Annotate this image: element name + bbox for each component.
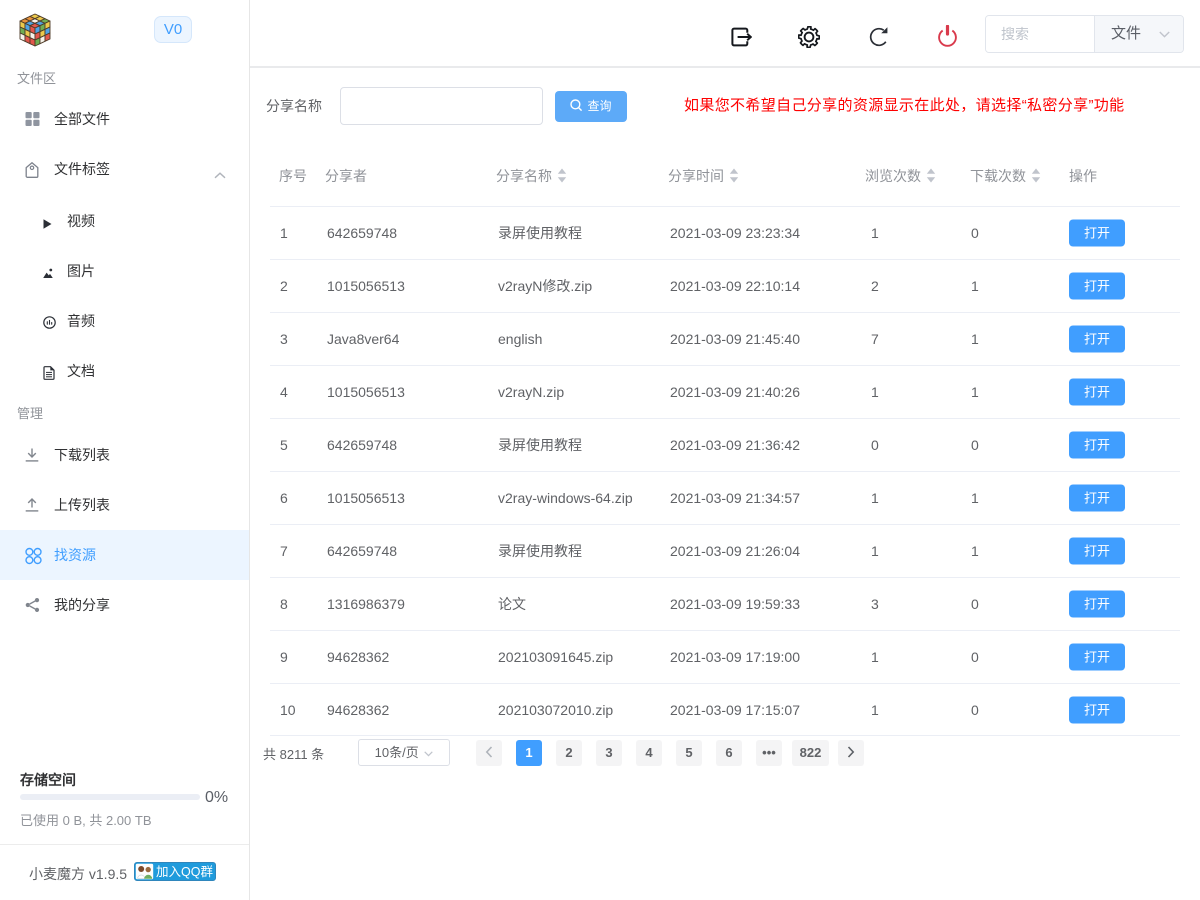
svg-text:加入QQ群: 加入QQ群	[156, 865, 213, 879]
